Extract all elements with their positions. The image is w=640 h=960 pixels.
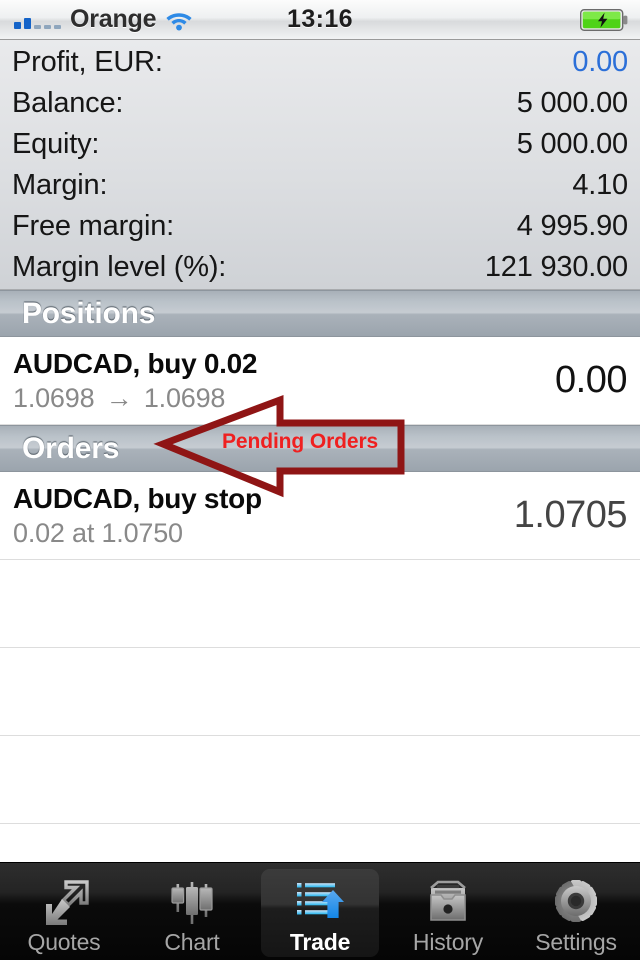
summary-row-balance: Balance: 5 000.00 bbox=[12, 83, 628, 124]
trade-list: Positions AUDCAD, buy 0.02 1.0698 → 1.06… bbox=[0, 290, 640, 862]
section-title: Orders bbox=[22, 431, 120, 465]
tab-label: Settings bbox=[535, 929, 617, 955]
summary-row-profit: Profit, EUR: 0.00 bbox=[12, 42, 628, 83]
tab-bar: Quotes Chart Trade History Settings bbox=[0, 862, 640, 960]
tab-trade[interactable]: Trade bbox=[256, 863, 384, 960]
position-open-price: 1.0698 bbox=[13, 382, 95, 413]
gear-icon bbox=[547, 877, 605, 927]
tab-settings[interactable]: Settings bbox=[512, 863, 640, 960]
position-symbol: AUDCAD, buy 0.02 bbox=[13, 347, 258, 379]
summary-value-margin-level: 121 930.00 bbox=[484, 251, 628, 283]
summary-label: Margin level (%): bbox=[12, 251, 227, 283]
position-prices: 1.0698 → 1.0698 bbox=[13, 381, 555, 415]
order-row[interactable]: AUDCAD, buy stop 0.02 at 1.0750 1.0705 bbox=[0, 472, 640, 560]
summary-row-equity: Equity: 5 000.00 bbox=[12, 124, 628, 165]
list-with-up-arrow-icon bbox=[291, 877, 349, 927]
tab-label: Chart bbox=[164, 929, 220, 955]
status-bar: Orange 13:16 bbox=[0, 0, 640, 40]
section-header-orders: Orders bbox=[0, 425, 640, 472]
list-item bbox=[0, 560, 640, 648]
battery-charging-icon bbox=[579, 8, 628, 32]
summary-value-profit: 0.00 bbox=[572, 46, 628, 78]
tab-history[interactable]: History bbox=[384, 863, 512, 960]
tab-label: Trade bbox=[289, 929, 351, 955]
tab-chart[interactable]: Chart bbox=[128, 863, 256, 960]
position-row[interactable]: AUDCAD, buy 0.02 1.0698 → 1.0698 0.00 bbox=[0, 337, 640, 425]
summary-label: Balance: bbox=[12, 87, 124, 119]
candlestick-chart-icon bbox=[163, 877, 221, 927]
archive-box-icon bbox=[419, 877, 477, 927]
list-item bbox=[0, 736, 640, 824]
summary-row-margin: Margin: 4.10 bbox=[12, 165, 628, 206]
order-price-value: 1.0705 bbox=[513, 494, 628, 536]
order-row-info: AUDCAD, buy stop 0.02 at 1.0750 bbox=[13, 482, 514, 550]
status-bar-clock: 13:16 bbox=[287, 5, 353, 33]
position-profit-value: 0.00 bbox=[555, 359, 627, 401]
summary-label: Free margin: bbox=[12, 210, 174, 242]
tab-label: History bbox=[412, 929, 484, 955]
summary-value-free-margin: 4 995.90 bbox=[516, 210, 628, 242]
order-symbol: AUDCAD, buy stop bbox=[13, 482, 262, 514]
two-arrows-diagonal-icon bbox=[35, 877, 93, 927]
summary-row-margin-level: Margin level (%): 121 930.00 bbox=[12, 247, 628, 288]
app-screen: Orange 13:16 Profit, EUR: 0.00 Balance: … bbox=[0, 0, 640, 960]
section-header-positions: Positions bbox=[0, 290, 640, 337]
list-item bbox=[0, 648, 640, 736]
summary-label: Profit, EUR: bbox=[12, 46, 163, 78]
summary-value-equity: 5 000.00 bbox=[516, 128, 628, 160]
order-detail: 0.02 at 1.0750 bbox=[13, 517, 183, 548]
summary-label: Margin: bbox=[12, 169, 108, 201]
section-title: Positions bbox=[22, 296, 156, 330]
position-current-price: 1.0698 bbox=[143, 382, 226, 413]
position-row-info: AUDCAD, buy 0.02 1.0698 → 1.0698 bbox=[13, 347, 555, 415]
summary-value-margin: 4.10 bbox=[572, 169, 628, 201]
summary-label: Equity: bbox=[12, 128, 100, 160]
summary-row-free-margin: Free margin: 4 995.90 bbox=[12, 206, 628, 247]
account-summary-panel: Profit, EUR: 0.00 Balance: 5 000.00 Equi… bbox=[0, 40, 640, 290]
arrow-right-icon: → bbox=[105, 382, 133, 413]
list-item bbox=[0, 824, 640, 862]
tab-label: Quotes bbox=[27, 929, 101, 955]
tab-quotes[interactable]: Quotes bbox=[0, 863, 128, 960]
summary-value-balance: 5 000.00 bbox=[516, 87, 628, 119]
